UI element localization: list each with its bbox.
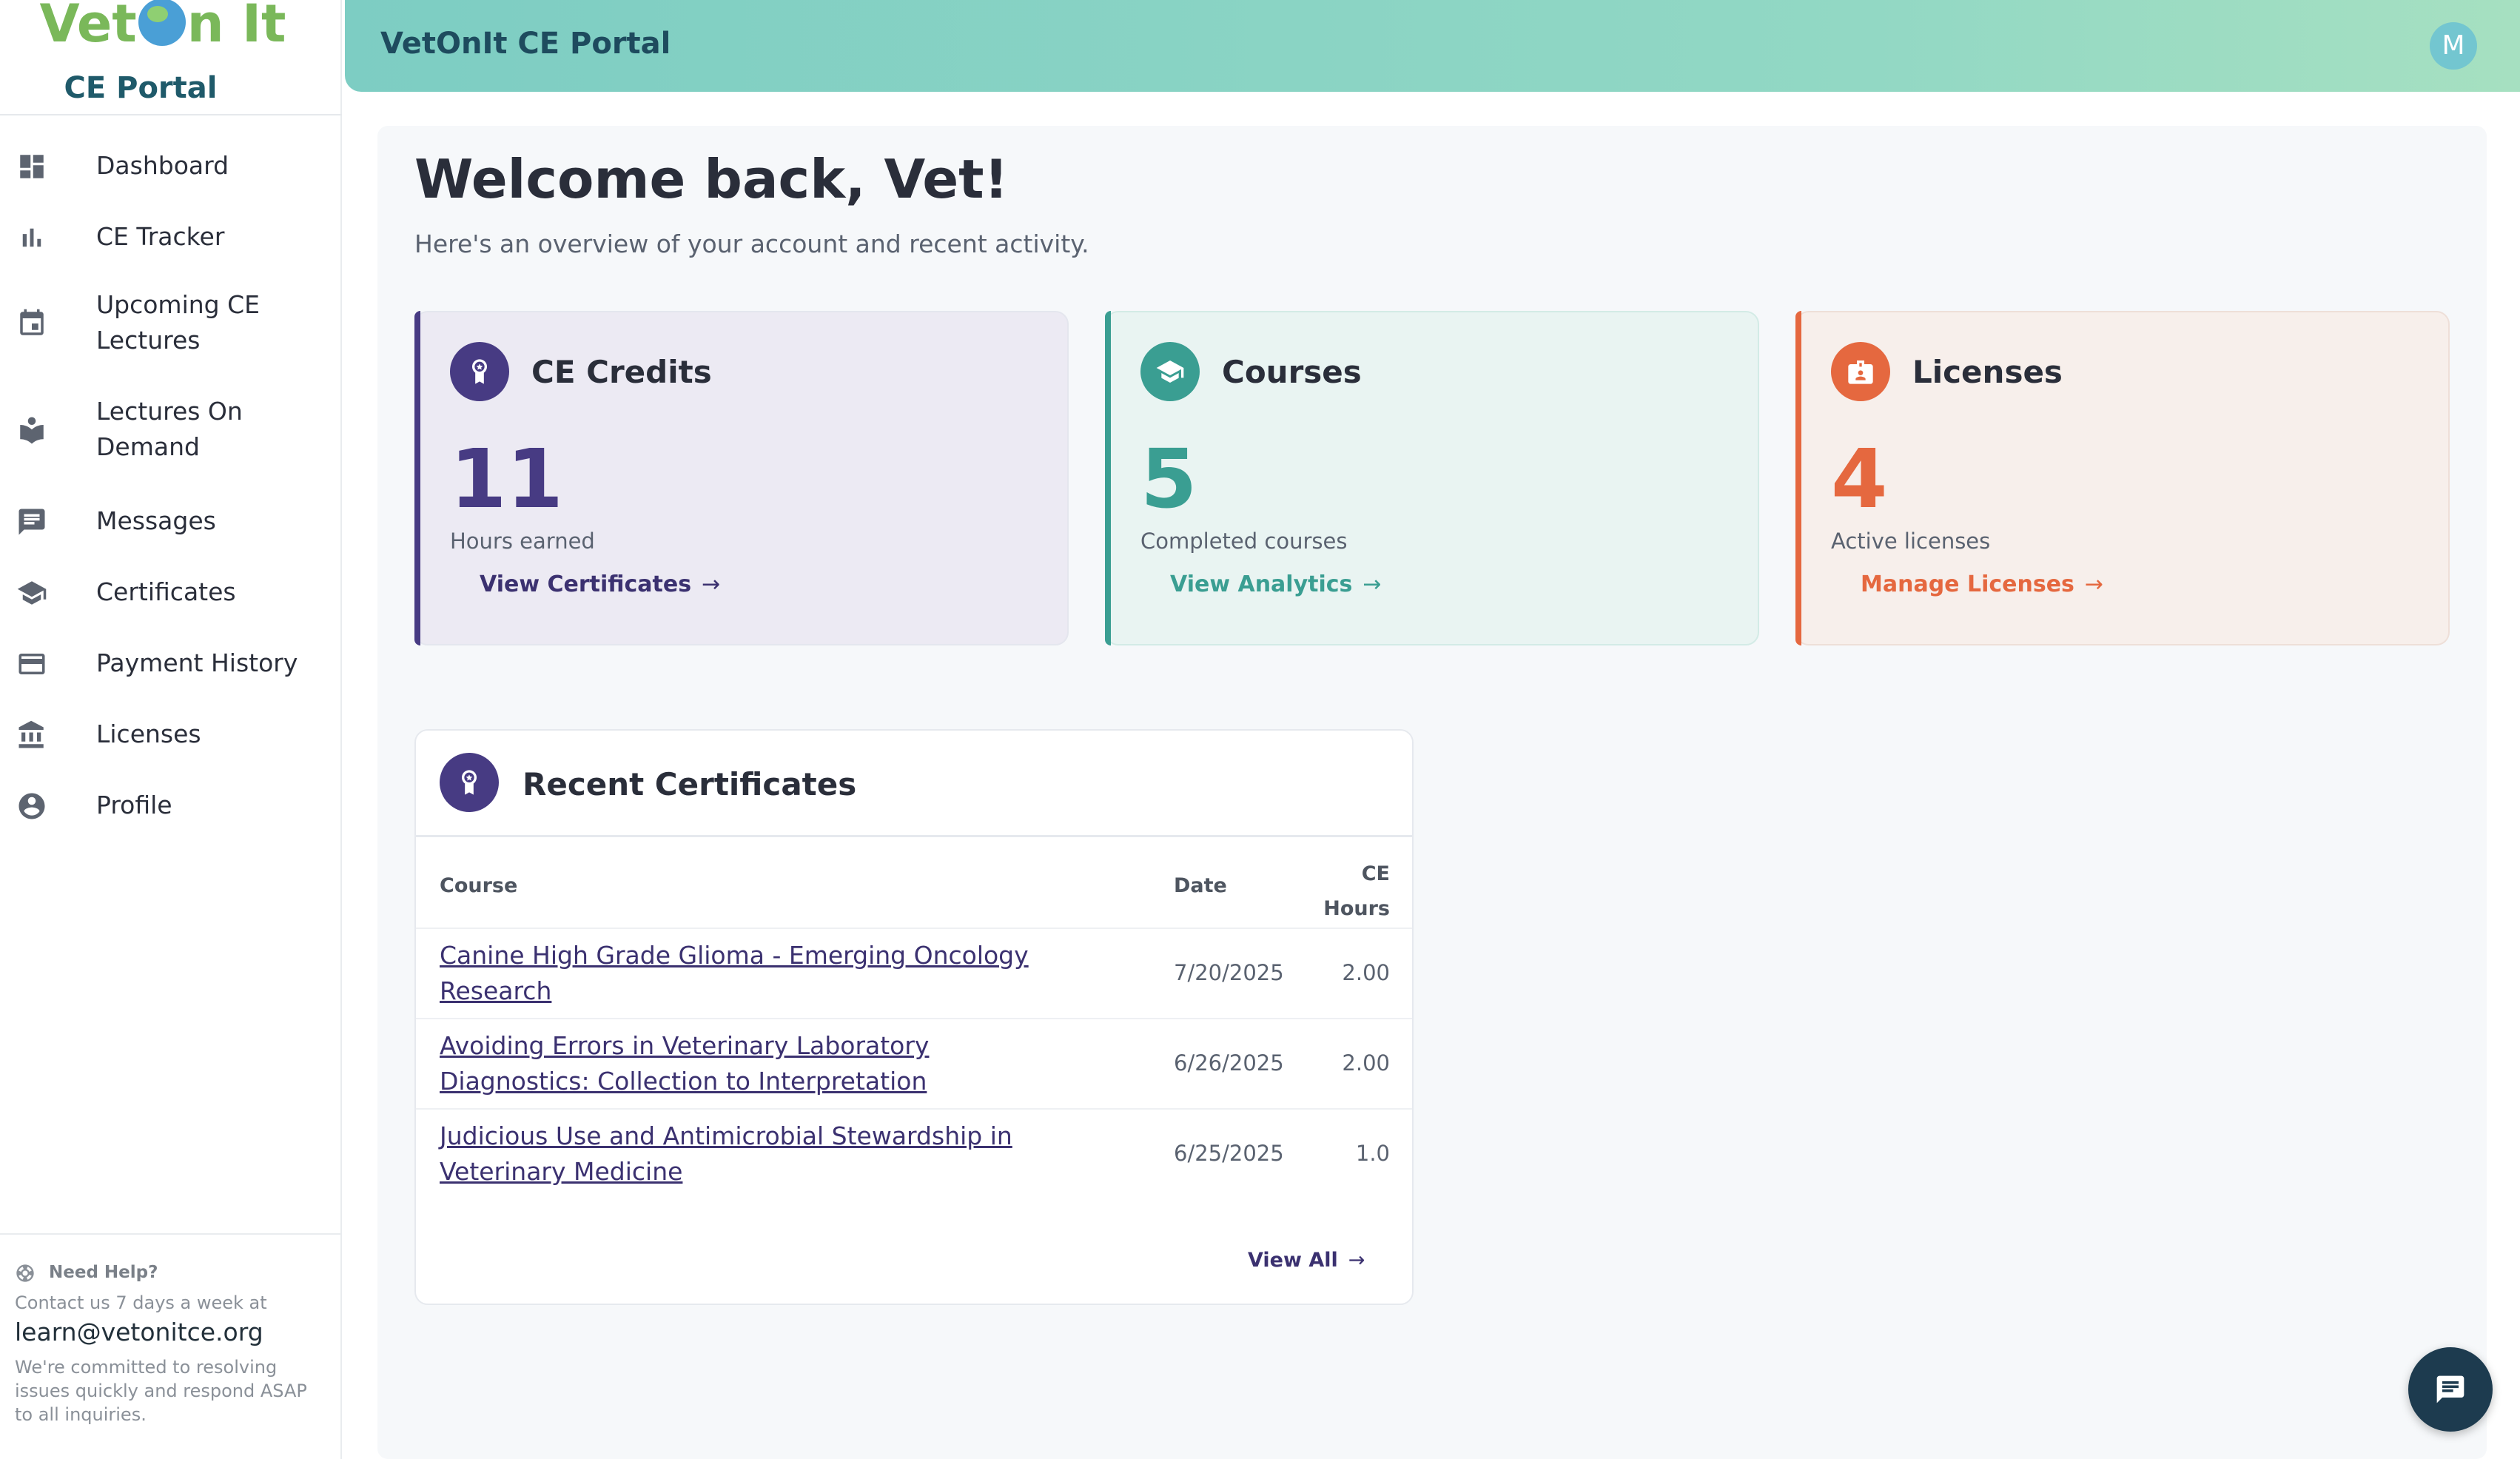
sidebar-item-profile[interactable]: Profile xyxy=(0,783,342,828)
stat-value: 4 xyxy=(1831,432,1888,526)
help-note: We're committed to resolving issues quic… xyxy=(15,1357,307,1425)
recent-certificates-card: Recent Certificates Course Date CE Hours… xyxy=(414,729,1414,1305)
arrow-right-icon: → xyxy=(1363,571,1382,597)
help-section: Need Help? Contact us 7 days a week at l… xyxy=(0,1233,342,1459)
help-email-link[interactable]: learn@vetonitce.org xyxy=(15,1318,327,1346)
stat-label: Completed courses xyxy=(1140,529,1348,554)
sidebar-item-payment-history[interactable]: Payment History xyxy=(0,641,342,685)
card-title: Recent Certificates xyxy=(523,766,857,802)
column-header-date: Date xyxy=(1174,874,1227,897)
view-certificates-link[interactable]: View Certificates → xyxy=(480,571,720,597)
sidebar-item-ce-tracker[interactable]: CE Tracker xyxy=(0,215,342,259)
app-title: VetOnIt CE Portal xyxy=(380,27,671,61)
arrow-right-icon: → xyxy=(1348,1249,1365,1272)
row-date: 6/25/2025 xyxy=(1174,1141,1284,1166)
sidebar-item-label: Dashboard xyxy=(96,151,229,180)
stat-title: Licenses xyxy=(1912,354,2063,390)
arrow-right-icon: → xyxy=(2084,571,2104,597)
sidebar-item-label: Lectures On Demand xyxy=(96,397,243,461)
table-row: Judicious Use and Antimicrobial Stewards… xyxy=(416,1108,1412,1198)
sidebar-item-label: CE Tracker xyxy=(96,222,225,251)
lifebuoy-icon xyxy=(16,1264,34,1282)
top-app-bar: VetOnIt CE Portal M xyxy=(345,0,2520,92)
view-all-link[interactable]: View All → xyxy=(1248,1249,1365,1272)
course-link[interactable]: Canine High Grade Glioma - Emerging Onco… xyxy=(440,938,1076,1009)
chat-button[interactable] xyxy=(2408,1347,2493,1432)
sidebar-item-label: Licenses xyxy=(96,720,201,748)
arrow-right-icon: → xyxy=(702,571,721,597)
sidebar-item-licenses[interactable]: Licenses xyxy=(0,712,342,757)
chat-icon xyxy=(2436,1375,2464,1403)
card-header: Recent Certificates xyxy=(416,731,1412,837)
view-analytics-link[interactable]: View Analytics → xyxy=(1170,571,1382,597)
logo-subtitle: CE Portal xyxy=(64,71,218,105)
stat-card-licenses: Licenses 4 Active licenses Manage Licens… xyxy=(1795,311,2450,645)
account-circle-icon xyxy=(16,791,47,822)
sidebar-item-label: Profile xyxy=(96,791,172,819)
stat-card-ce-credits: CE Credits 11 Hours earned View Certific… xyxy=(414,311,1069,645)
stat-title: Courses xyxy=(1222,354,1362,390)
column-header-ce-hours: CE Hours xyxy=(1323,862,1390,920)
stat-title: CE Credits xyxy=(531,354,712,390)
stat-label: Active licenses xyxy=(1831,529,1991,554)
logo-wordmark: Vet n It xyxy=(39,0,286,54)
sidebar-item-dashboard[interactable]: Dashboard xyxy=(0,144,342,188)
sidebar-item-label: Payment History xyxy=(96,648,298,677)
avatar[interactable]: M xyxy=(2430,22,2477,70)
card-accent-bar xyxy=(414,311,420,645)
main-content: Welcome back, Vet! Here's an overview of… xyxy=(377,126,2487,1459)
row-date: 7/20/2025 xyxy=(1174,960,1284,985)
column-header-course: Course xyxy=(440,874,518,897)
card-accent-bar xyxy=(1105,311,1111,645)
bar-chart-icon xyxy=(16,222,47,253)
credit-card-icon xyxy=(16,648,47,680)
award-icon xyxy=(440,753,499,812)
sidebar-item-upcoming-ce-lectures[interactable]: Upcoming CE Lectures xyxy=(0,286,342,360)
award-icon xyxy=(450,342,509,401)
sidebar-item-certificates[interactable]: Certificates xyxy=(0,570,342,614)
help-contact-text: Contact us 7 days a week at xyxy=(15,1292,267,1313)
stat-card-courses: Courses 5 Completed courses View Analyti… xyxy=(1105,311,1759,645)
sidebar-item-label: Messages xyxy=(96,506,216,535)
graduation-cap-icon xyxy=(16,577,47,608)
help-title: Need Help? xyxy=(15,1261,327,1284)
graduation-cap-icon xyxy=(1140,342,1200,401)
logo[interactable]: Vet n It CE Portal xyxy=(0,0,342,115)
manage-licenses-link[interactable]: Manage Licenses → xyxy=(1861,571,2103,597)
badge-icon xyxy=(1831,342,1890,401)
page-subtitle: Here's an overview of your account and r… xyxy=(414,229,1089,258)
table-row: Avoiding Errors in Veterinary Laboratory… xyxy=(416,1018,1412,1108)
sidebar: Vet n It CE Portal Dashboard CE Tracker U… xyxy=(0,0,342,1459)
stat-value: 11 xyxy=(450,432,564,526)
stat-value: 5 xyxy=(1140,432,1197,526)
sidebar-item-label: Certificates xyxy=(96,577,236,606)
row-date: 6/26/2025 xyxy=(1174,1050,1284,1076)
stat-label: Hours earned xyxy=(450,529,595,554)
sidebar-item-messages[interactable]: Messages xyxy=(0,499,342,543)
page-title: Welcome back, Vet! xyxy=(414,148,1009,210)
course-link[interactable]: Judicious Use and Antimicrobial Stewards… xyxy=(440,1118,1076,1190)
sidebar-item-lectures-on-demand[interactable]: Lectures On Demand xyxy=(0,392,342,466)
book-reader-icon xyxy=(16,415,47,446)
calendar-icon xyxy=(16,308,47,339)
table-row: Canine High Grade Glioma - Emerging Onco… xyxy=(416,928,1412,1018)
globe-icon xyxy=(138,0,186,46)
message-icon xyxy=(16,506,47,537)
course-link[interactable]: Avoiding Errors in Veterinary Laboratory… xyxy=(440,1028,1076,1099)
row-hours: 1.0 xyxy=(1355,1141,1390,1166)
dashboard-icon xyxy=(16,151,47,182)
row-hours: 2.00 xyxy=(1342,1050,1390,1076)
row-hours: 2.00 xyxy=(1342,960,1390,985)
bank-icon xyxy=(16,720,47,751)
sidebar-item-label: Upcoming CE Lectures xyxy=(96,290,260,355)
card-accent-bar xyxy=(1795,311,1801,645)
